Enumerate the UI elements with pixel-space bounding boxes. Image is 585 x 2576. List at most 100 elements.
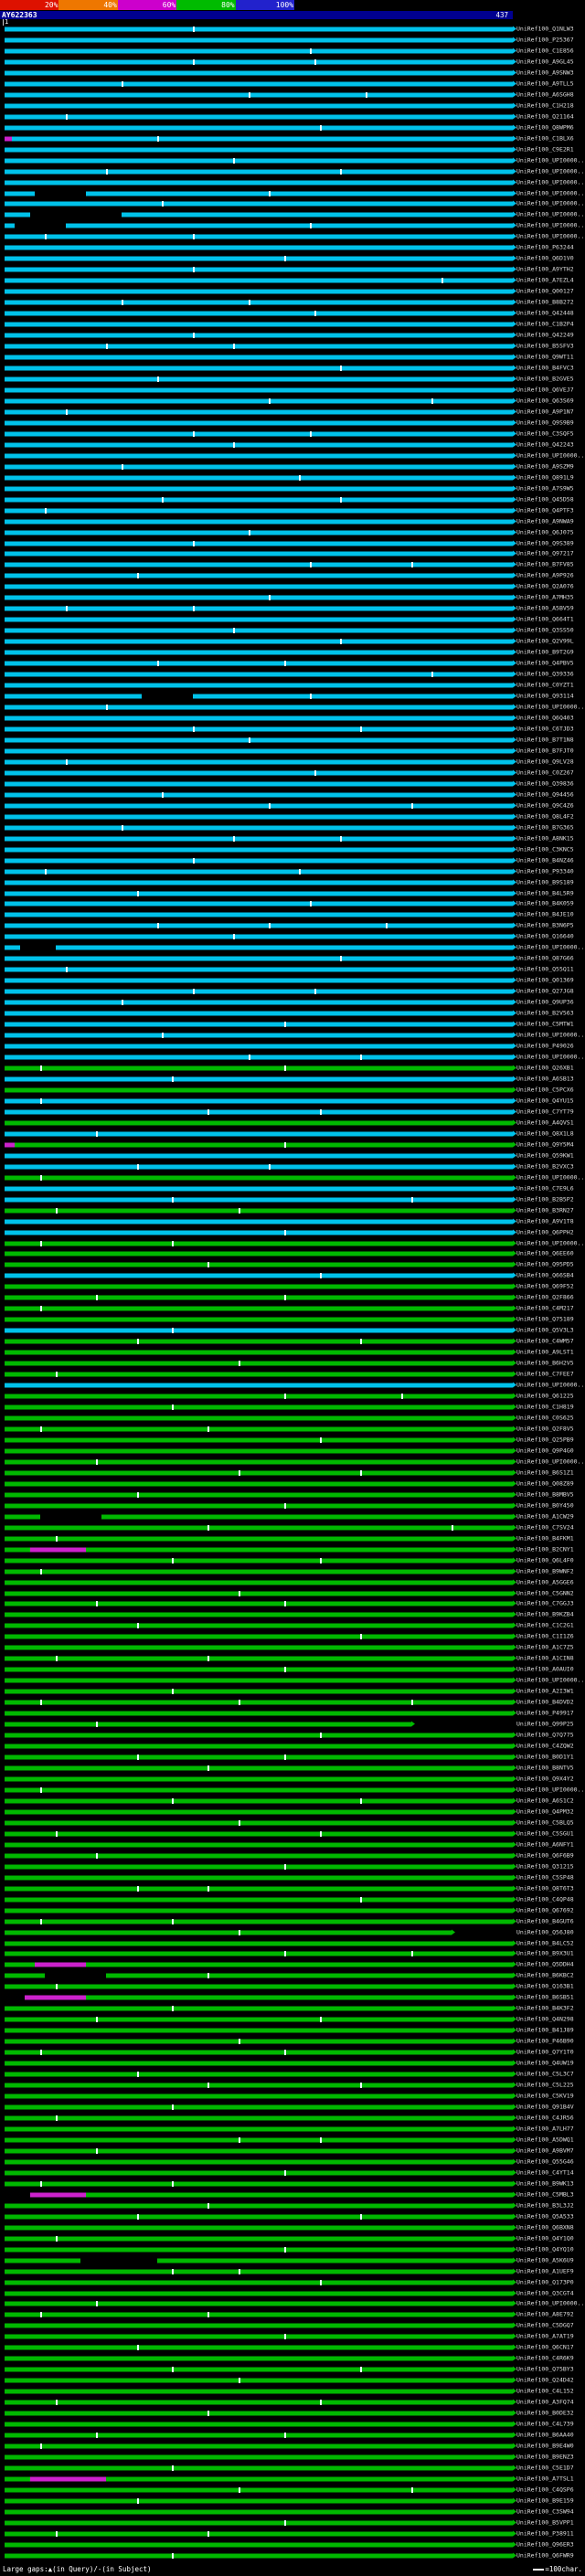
hit-label[interactable]: UniRef100_C4R6K9 bbox=[516, 2355, 574, 2362]
hit-row[interactable]: UniRef100_C7GGJ3 bbox=[0, 1599, 585, 1610]
hit-row[interactable]: UniRef100_C5L225 bbox=[0, 2080, 585, 2091]
hit-bar[interactable] bbox=[5, 430, 516, 437]
hit-bar[interactable] bbox=[29, 2191, 516, 2198]
hit-row[interactable]: UniRef100_C4WM57 bbox=[0, 1336, 585, 1347]
hit-row[interactable]: UniRef100_Q00127 bbox=[0, 286, 585, 297]
hit-label[interactable]: UniRef100_B4FKM1 bbox=[516, 1535, 574, 1542]
hit-bar[interactable] bbox=[5, 1950, 516, 1956]
hit-label[interactable]: UniRef100_Q1NLW3 bbox=[516, 26, 574, 32]
hit-bar[interactable] bbox=[5, 2290, 516, 2296]
hit-label[interactable]: UniRef100_A1UEF9 bbox=[516, 2268, 574, 2274]
hit-bar[interactable] bbox=[5, 1010, 516, 1016]
hit-bar[interactable] bbox=[5, 2027, 516, 2033]
hit-bar[interactable] bbox=[5, 179, 516, 186]
hit-label[interactable]: UniRef100_Q93114 bbox=[516, 693, 574, 700]
hit-row[interactable]: UniRef100_C4L152 bbox=[0, 2386, 585, 2397]
hit-label[interactable]: UniRef100_C5KV19 bbox=[516, 2093, 574, 2100]
hit-row[interactable]: UniRef100_C9E2R1 bbox=[0, 144, 585, 155]
hit-row[interactable]: UniRef100_C4YT14 bbox=[0, 2168, 585, 2178]
hit-row[interactable]: UniRef100_UPI0000... bbox=[0, 166, 585, 177]
hit-label[interactable]: UniRef100_C4ZQW2 bbox=[516, 1743, 574, 1750]
hit-row[interactable]: UniRef100_B4K3F2 bbox=[0, 2003, 585, 2014]
hit-row[interactable]: UniRef100_UPI0000... bbox=[0, 177, 585, 188]
hit-bar[interactable] bbox=[5, 813, 516, 820]
hit-bar[interactable] bbox=[5, 846, 516, 853]
hit-bar[interactable] bbox=[5, 135, 516, 142]
hit-label[interactable]: UniRef100_Q9WT11 bbox=[516, 354, 574, 361]
hit-label[interactable]: UniRef100_C7GGJ3 bbox=[516, 1600, 574, 1607]
hit-bar[interactable] bbox=[5, 2355, 516, 2361]
hit-label[interactable]: UniRef100_UPI0000... bbox=[516, 168, 585, 175]
hit-label[interactable]: UniRef100_A7AT19 bbox=[516, 2333, 574, 2340]
hit-row[interactable]: UniRef100_Q42249 bbox=[0, 330, 585, 341]
hit-row[interactable]: UniRef100_Q4Y1Q0 bbox=[0, 2233, 585, 2244]
hit-label[interactable]: UniRef100_UPI0000... bbox=[516, 190, 585, 196]
hit-bar[interactable] bbox=[5, 1786, 516, 1793]
hit-row[interactable]: UniRef100_Q31215 bbox=[0, 1861, 585, 1872]
hit-bar[interactable] bbox=[5, 1032, 516, 1038]
hit-label[interactable]: UniRef100_Q8X1L8 bbox=[516, 1130, 574, 1137]
hit-row[interactable]: UniRef100_Q6D1V0 bbox=[0, 253, 585, 264]
hit-label[interactable]: UniRef100_A0AUI0 bbox=[516, 1666, 574, 1673]
hit-bar[interactable] bbox=[5, 124, 516, 131]
hit-label[interactable]: UniRef100_UPI0000... bbox=[516, 211, 585, 218]
hit-row[interactable]: UniRef100_A5DWQ1 bbox=[0, 2135, 585, 2146]
hit-bar[interactable] bbox=[5, 1152, 516, 1159]
hit-bar[interactable] bbox=[5, 168, 516, 175]
hit-bar[interactable] bbox=[5, 2421, 516, 2427]
hit-label[interactable]: UniRef100_Q63S69 bbox=[516, 398, 574, 404]
hit-bar[interactable] bbox=[5, 48, 516, 54]
hit-row[interactable]: UniRef100_C3SQF5 bbox=[0, 429, 585, 440]
hit-bar[interactable] bbox=[5, 944, 516, 950]
hit-label[interactable]: UniRef100_C4JR56 bbox=[516, 2115, 574, 2122]
hit-bar[interactable] bbox=[5, 1688, 516, 1694]
hit-row[interactable]: UniRef100_Q39336 bbox=[0, 669, 585, 680]
hit-row[interactable]: UniRef100_Q6BXN8 bbox=[0, 2222, 585, 2233]
hit-label[interactable]: UniRef100_B9KZB4 bbox=[516, 1611, 574, 1618]
hit-bar[interactable] bbox=[5, 1163, 516, 1170]
hit-bar[interactable] bbox=[5, 277, 516, 283]
hit-label[interactable]: UniRef100_Q6BXN8 bbox=[516, 2224, 574, 2231]
hit-row[interactable]: UniRef100_B8B272 bbox=[0, 297, 585, 308]
hit-row[interactable]: UniRef100_B5VPP1 bbox=[0, 2518, 585, 2528]
hit-row[interactable]: UniRef100_UPI0000... bbox=[0, 231, 585, 242]
hit-label[interactable]: UniRef100_B4K3F2 bbox=[516, 2005, 574, 2012]
hit-row[interactable]: UniRef100_B9ENZ3 bbox=[0, 2452, 585, 2463]
hit-bar[interactable] bbox=[5, 1611, 516, 1617]
hit-label[interactable]: UniRef100_UPI0000... bbox=[516, 233, 585, 240]
hit-bar[interactable] bbox=[5, 1907, 516, 1913]
hit-row[interactable]: UniRef100_B5SFV3 bbox=[0, 341, 585, 352]
hit-label[interactable]: UniRef100_A6NFY1 bbox=[516, 1841, 574, 1848]
hit-label[interactable]: UniRef100_Q87G66 bbox=[516, 955, 574, 962]
hit-row[interactable]: UniRef100_Q25PB9 bbox=[0, 1435, 585, 1446]
hit-label[interactable]: UniRef100_Q67692 bbox=[516, 1907, 574, 1913]
hit-label[interactable]: UniRef100_Q6FWR9 bbox=[516, 2552, 574, 2559]
hit-label[interactable]: UniRef100_A6SGH8 bbox=[516, 91, 574, 98]
hit-bar[interactable] bbox=[5, 1130, 516, 1137]
hit-label[interactable]: UniRef100_Q55G46 bbox=[516, 2158, 574, 2165]
hit-bar[interactable] bbox=[5, 2322, 516, 2328]
hit-label[interactable]: UniRef100_C5SGU1 bbox=[516, 1830, 574, 1837]
hit-bar[interactable] bbox=[5, 638, 516, 644]
hit-label[interactable]: UniRef100_UPI0000... bbox=[516, 1458, 585, 1465]
hit-row[interactable]: UniRef100_B6SB51 bbox=[0, 1992, 585, 2003]
hit-row[interactable]: UniRef100_UPI0000... bbox=[0, 1052, 585, 1063]
hit-label[interactable]: UniRef100_Q2F866 bbox=[516, 1294, 574, 1301]
hit-row[interactable]: UniRef100_B6KBC2 bbox=[0, 1970, 585, 1981]
hit-label[interactable]: UniRef100_B7G365 bbox=[516, 824, 574, 831]
hit-row[interactable]: UniRef100_B8NTV5 bbox=[0, 1763, 585, 1774]
hit-label[interactable]: UniRef100_A7EZL4 bbox=[516, 277, 574, 284]
hit-bar[interactable] bbox=[5, 496, 516, 503]
hit-bar[interactable] bbox=[5, 890, 516, 896]
hit-row[interactable]: UniRef100_Q66SB4 bbox=[0, 1270, 585, 1281]
hit-row[interactable]: UniRef100_P25367 bbox=[0, 35, 585, 46]
hit-bar[interactable] bbox=[5, 879, 516, 885]
hit-bar[interactable] bbox=[5, 376, 516, 382]
hit-bar[interactable] bbox=[5, 594, 516, 600]
hit-bar[interactable] bbox=[5, 2038, 516, 2044]
hit-label[interactable]: UniRef100_B6AA40 bbox=[516, 2432, 574, 2439]
hit-label[interactable]: UniRef100_Q39336 bbox=[516, 671, 574, 678]
hit-row[interactable]: UniRef100_A9TLL5 bbox=[0, 79, 585, 90]
hit-row[interactable]: UniRef100_A9NWA9 bbox=[0, 516, 585, 527]
hit-row[interactable]: UniRef100_Q87G66 bbox=[0, 953, 585, 964]
